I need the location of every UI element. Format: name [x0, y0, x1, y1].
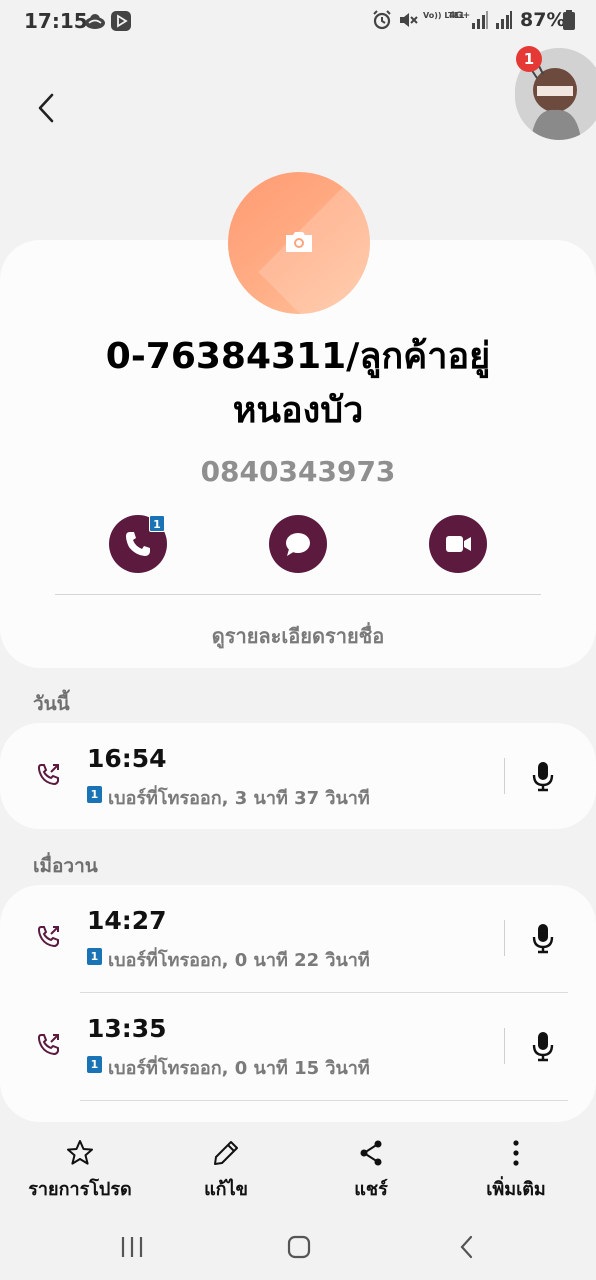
mute-icon: [400, 13, 418, 27]
notification-play-icon: [111, 11, 131, 31]
signal-icon-2: [496, 11, 512, 29]
home-icon[interactable]: [286, 1234, 312, 1260]
recording-mic-icon[interactable]: [530, 1030, 556, 1062]
more-options-button[interactable]: เพิ่มเติม: [466, 1138, 566, 1208]
share-label: แชร์: [354, 1179, 388, 1200]
view-contact-details-link[interactable]: ดูรายละเอียดรายชื่อ: [0, 620, 596, 652]
phone-icon: [126, 532, 150, 556]
message-button[interactable]: [269, 515, 327, 573]
outgoing-call-icon: [37, 764, 59, 786]
system-navigation-bar: [0, 1214, 596, 1280]
row-separator: [504, 1028, 505, 1064]
more-options-label: เพิ่มเติม: [486, 1179, 546, 1200]
pencil-icon: [214, 1141, 238, 1165]
recording-mic-icon[interactable]: [530, 922, 556, 954]
status-time: 17:15: [24, 9, 88, 33]
recent-apps-icon[interactable]: [118, 1234, 146, 1260]
star-icon: [67, 1140, 93, 1165]
favorite-label: รายการโปรด: [28, 1179, 132, 1200]
section-title-yesterday: เมื่อวาน: [33, 855, 98, 877]
sim-badge: 1: [87, 948, 102, 965]
message-icon: [286, 533, 310, 556]
card-divider: [55, 594, 541, 595]
notification-count-badge: 1: [516, 46, 542, 72]
call-time: 14:27: [87, 906, 167, 935]
row-separator: [504, 758, 505, 794]
battery-percentage: 87%: [520, 9, 566, 31]
notification-app-icon: [85, 14, 105, 29]
edit-button[interactable]: แก้ไข: [176, 1138, 276, 1208]
call-log-entry[interactable]: 14:27 1 เบอร์ที่โทรออก, 0 นาที 22 วินาที: [0, 884, 596, 992]
video-call-button[interactable]: [429, 515, 487, 573]
signal-icon: [472, 11, 488, 29]
status-bar: 17:15 Vo)) LTE1 4G+ 87%: [0, 0, 596, 44]
call-sim-badge: 1: [149, 515, 165, 532]
outgoing-call-icon: [37, 1034, 59, 1056]
contact-phone-number: 0840343973: [200, 455, 396, 488]
contact-avatar[interactable]: [228, 172, 370, 314]
call-description: เบอร์ที่โทรออก, 3 นาที 37 วินาที: [108, 788, 370, 809]
recording-mic-icon[interactable]: [530, 760, 556, 792]
more-vertical-icon: [513, 1140, 519, 1166]
edit-label: แก้ไข: [204, 1179, 248, 1200]
outgoing-call-icon: [37, 926, 59, 948]
share-button[interactable]: แชร์: [321, 1138, 421, 1208]
network-type-label: 4G+: [449, 11, 471, 21]
call-log-entry[interactable]: 16:54 1 เบอร์ที่โทรออก, 3 นาที 37 วินาที: [0, 722, 596, 830]
sim-badge: 1: [87, 1056, 102, 1073]
section-title-today: วันนี้: [33, 693, 70, 715]
back-nav-icon[interactable]: [454, 1234, 480, 1260]
row-divider: [80, 1100, 568, 1101]
video-icon: [446, 536, 471, 552]
camera-icon: [286, 232, 312, 252]
call-description: เบอร์ที่โทรออก, 0 นาที 22 วินาที: [108, 950, 370, 971]
sim-badge: 1: [87, 786, 102, 803]
favorite-button[interactable]: รายการโปรด: [20, 1138, 140, 1208]
bottom-toolbar: รายการโปรด แก้ไข แชร์ เพิ่มเติม: [0, 1122, 596, 1214]
battery-icon: [563, 10, 575, 30]
chevron-left-icon: [38, 93, 54, 123]
back-button[interactable]: [30, 88, 70, 128]
row-separator: [504, 920, 505, 956]
contact-name: 0-76384311/ลูกค้าอยู่หนองบัว: [105, 336, 491, 431]
share-icon: [360, 1140, 382, 1166]
alarm-icon: [373, 10, 391, 30]
call-time: 13:35: [87, 1014, 167, 1043]
call-description: เบอร์ที่โทรออก, 0 นาที 15 วินาที: [108, 1058, 370, 1079]
call-log-entry[interactable]: 13:35 1 เบอร์ที่โทรออก, 0 นาที 15 วินาที: [0, 992, 596, 1100]
call-time: 16:54: [87, 744, 167, 773]
